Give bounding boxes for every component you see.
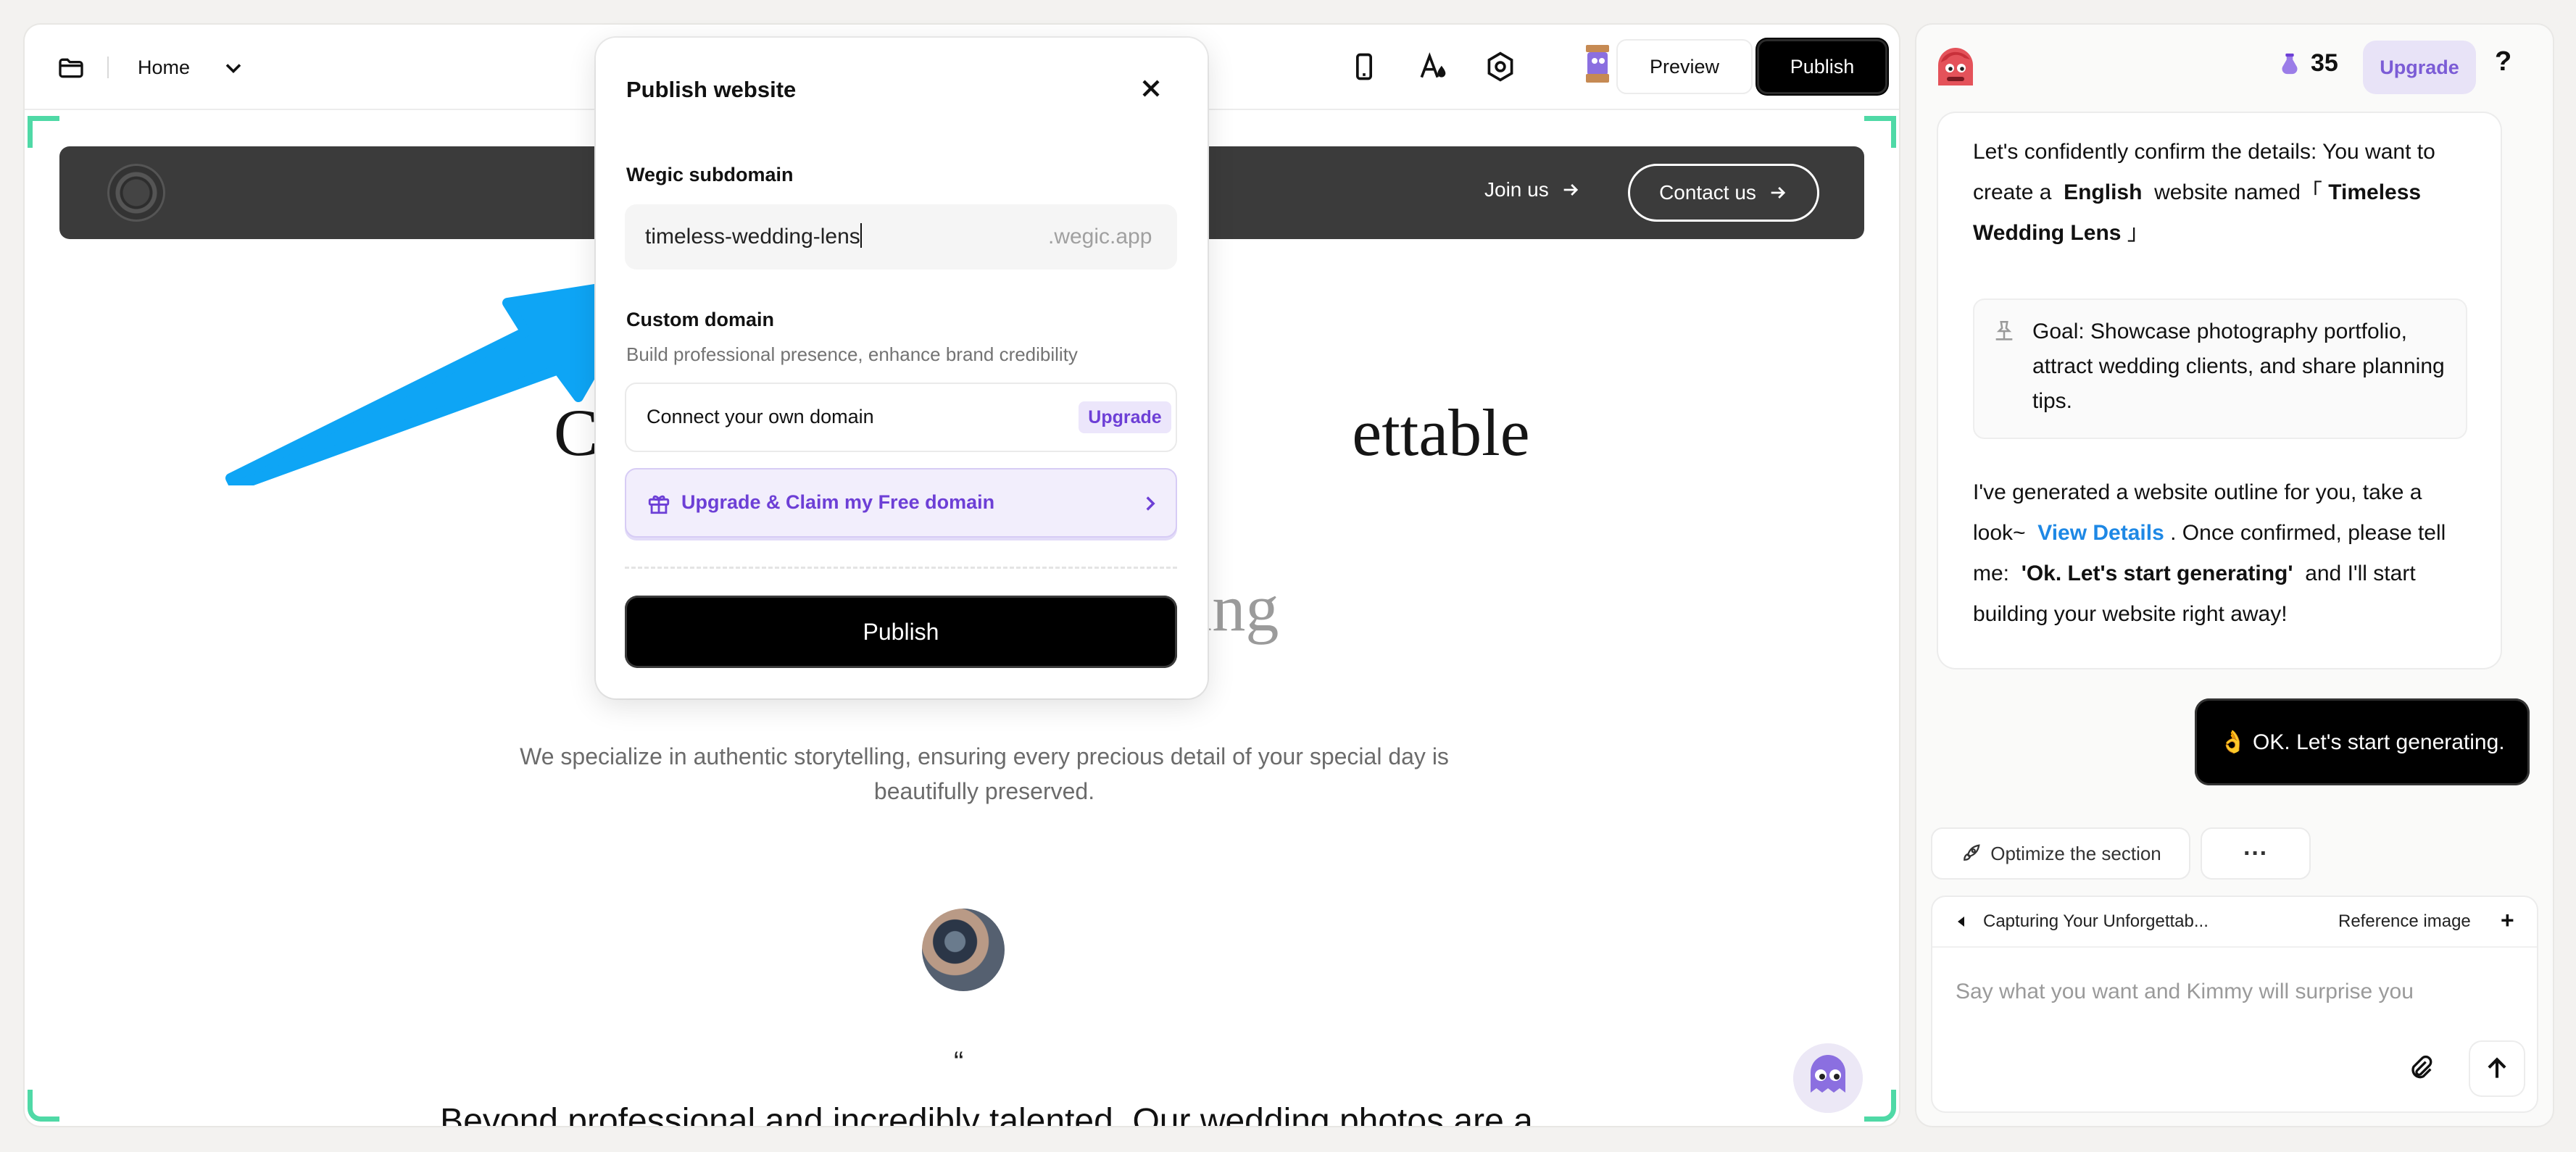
mobile-icon[interactable] — [1348, 51, 1380, 83]
subdomain-value: timeless-wedding-lens — [645, 225, 860, 249]
typography-icon[interactable] — [1416, 51, 1448, 83]
add-icon[interactable]: + — [2501, 907, 2514, 934]
custom-domain-label: Custom domain — [626, 309, 775, 330]
upgrade-button[interactable]: Upgrade — [2363, 41, 2476, 94]
optimize-section-label: Optimize the section — [1990, 842, 2161, 864]
page-selector-label[interactable]: Home — [138, 57, 190, 79]
text-caret — [860, 223, 862, 248]
intro-mid-text: website named「 — [2154, 180, 2322, 204]
arrow-right-icon — [1563, 184, 1578, 196]
join-us-label: Join us — [1484, 178, 1549, 201]
optimize-section-button[interactable]: Optimize the section — [1931, 827, 2190, 880]
assistant-message: Let's confidently confirm the details: Y… — [1938, 113, 2501, 668]
assistant-chat-panel: 35 Upgrade ? Let's confidently confirm t… — [1916, 25, 2553, 1126]
publish-button[interactable]: Publish — [1757, 39, 1887, 94]
canvas-frame-corner — [28, 1090, 59, 1122]
divider — [625, 567, 1177, 569]
character-icon[interactable] — [1582, 42, 1613, 85]
contact-us-button[interactable]: Contact us — [1628, 164, 1819, 222]
message-input[interactable]: Say what you want and Kimmy will surpris… — [1956, 980, 2414, 1004]
testimonial-avatar — [922, 909, 1005, 991]
hero-description[interactable]: We specialize in authentic storytelling,… — [503, 739, 1466, 809]
goal-text: Goal: Showcase photography portfolio, at… — [2032, 320, 2445, 413]
chevron-right-icon — [1146, 496, 1155, 511]
arrow-up-icon — [2488, 1057, 2506, 1078]
view-details-link[interactable]: View Details — [2037, 521, 2164, 545]
settings-icon[interactable] — [1484, 51, 1516, 83]
hero-title-right: ettable — [1352, 396, 1530, 469]
message-composer: Capturing Your Unforgettab... Reference … — [1932, 897, 2537, 1111]
more-actions-button[interactable]: ··· — [2201, 827, 2311, 880]
site-logo[interactable] — [107, 164, 165, 222]
reference-image-button[interactable]: Reference image — [2338, 911, 2471, 932]
language-value: English — [2064, 180, 2143, 204]
divider — [107, 57, 109, 78]
subdomain-input[interactable]: timeless-wedding-lens .wegic.app — [625, 204, 1177, 270]
publish-website-dialog: Publish website Wegic subdomain timeless… — [596, 38, 1208, 698]
command-text: 'Ok. Let's start generating' — [2021, 562, 2293, 585]
testimonial-text[interactable]: Beyond professional and incredibly talen… — [170, 1101, 1803, 1126]
claim-free-domain-label: Upgrade & Claim my Free domain — [681, 491, 995, 513]
user-message: 👌 OK. Let's start generating. — [2195, 698, 2530, 785]
subdomain-label: Wegic subdomain — [626, 164, 794, 185]
message-outline: I've generated a website outline for you… — [1973, 472, 2480, 635]
context-bar: Capturing Your Unforgettab... Reference … — [1932, 897, 2537, 948]
preview-button[interactable]: Preview — [1616, 39, 1753, 94]
rocket-icon — [1964, 844, 1980, 861]
gift-icon — [648, 495, 670, 514]
message-intro: Let's confidently confirm the details: Y… — [1973, 132, 2480, 254]
attachment-icon[interactable] — [2406, 1053, 2435, 1082]
quote-mark: “ — [954, 1046, 964, 1078]
connect-domain-option[interactable]: Connect your own domain Upgrade — [625, 383, 1177, 452]
kimmy-assistant-icon[interactable] — [1793, 1043, 1863, 1113]
arrow-right-icon — [1771, 187, 1786, 199]
canvas-frame-corner — [28, 116, 59, 148]
credits-counter[interactable]: 35 — [2277, 49, 2338, 78]
credits-value: 35 — [2311, 49, 2338, 77]
canvas-frame-corner — [1864, 116, 1896, 148]
connect-domain-label: Connect your own domain — [647, 406, 874, 427]
claim-free-domain-button[interactable]: Upgrade & Claim my Free domain — [625, 468, 1177, 538]
context-section-label[interactable]: Capturing Your Unforgettab... — [1983, 911, 2209, 932]
send-button[interactable] — [2470, 1042, 2524, 1095]
subdomain-suffix: .wegic.app — [1048, 225, 1152, 249]
pin-icon — [1995, 320, 2013, 341]
dialog-title: Publish website — [626, 77, 797, 102]
assistant-avatar — [1938, 48, 1973, 85]
join-us-link[interactable]: Join us — [1484, 178, 1581, 201]
custom-domain-description: Build professional presence, enhance bra… — [626, 343, 1078, 365]
folder-icon[interactable] — [57, 54, 86, 83]
contact-us-label: Contact us — [1659, 181, 1756, 204]
chevron-down-icon[interactable] — [220, 55, 246, 81]
upgrade-badge[interactable]: Upgrade — [1079, 401, 1171, 433]
confirm-publish-button[interactable]: Publish — [625, 596, 1177, 668]
canvas-frame-corner — [1864, 1090, 1896, 1122]
potion-icon — [2282, 53, 2298, 74]
caret-left-icon[interactable] — [1953, 913, 1970, 930]
close-icon[interactable] — [1137, 74, 1166, 103]
intro-end-text: 」 — [2127, 221, 2149, 245]
goal-card: Goal: Showcase photography portfolio, at… — [1973, 299, 2467, 439]
help-button[interactable]: ? — [2495, 46, 2511, 78]
